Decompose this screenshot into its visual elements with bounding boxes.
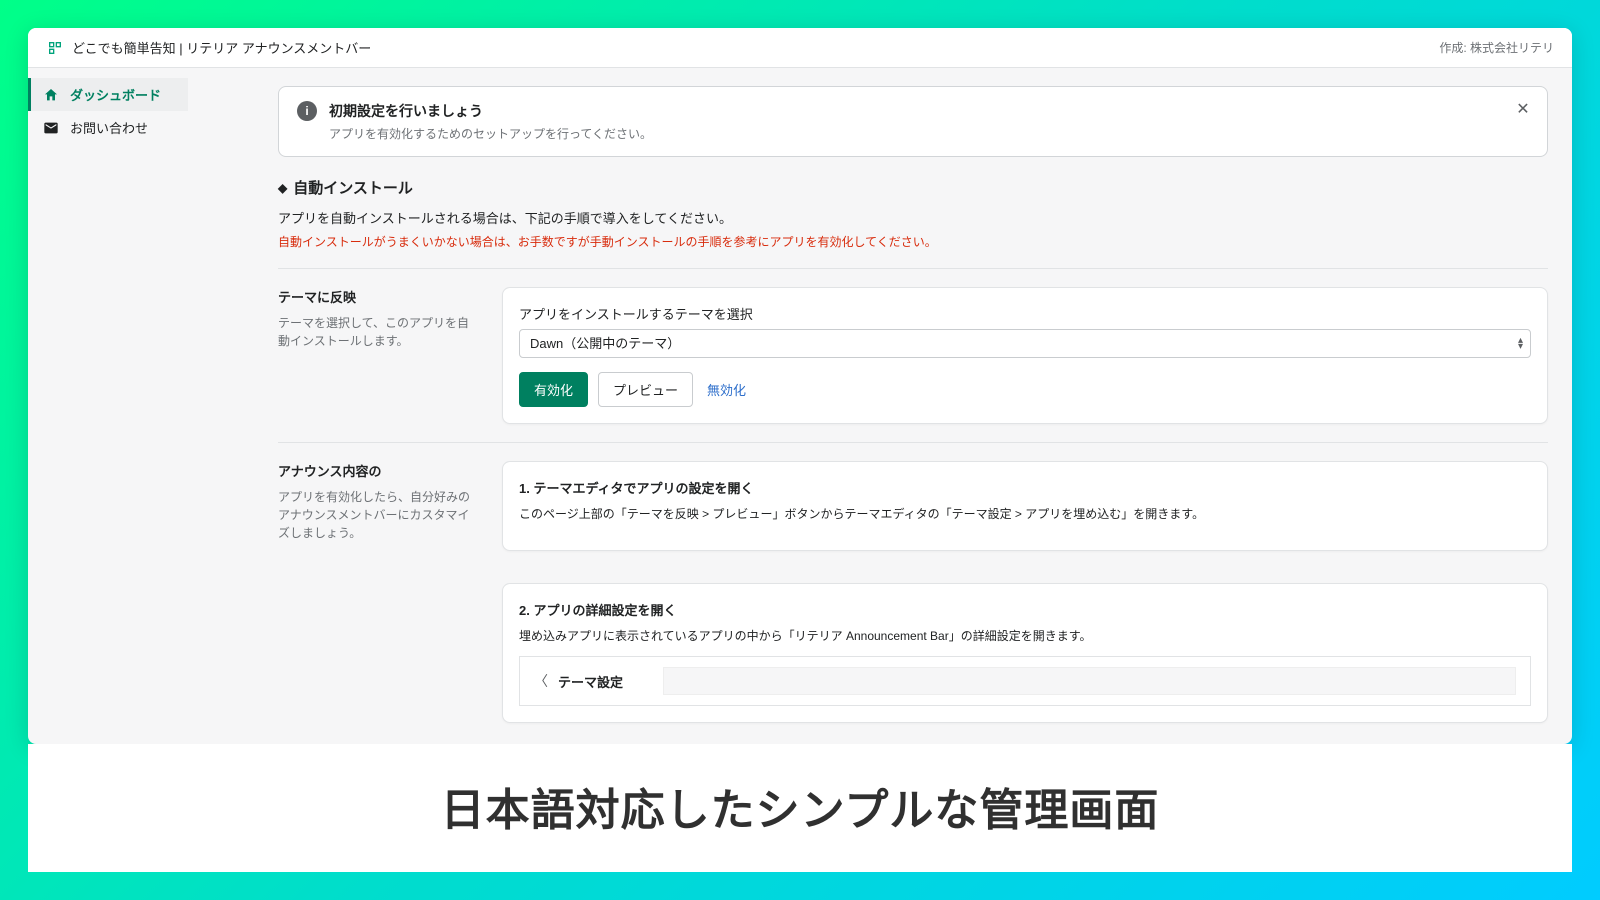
sidebar-item-label: ダッシュボード bbox=[70, 85, 161, 104]
sidebar-item-label: お問い合わせ bbox=[70, 118, 148, 137]
home-icon bbox=[42, 86, 60, 104]
theme-select-wrap: Dawn（公開中のテーマ） ▴▾ bbox=[519, 329, 1531, 358]
app-title: どこでも簡単告知 | リテリア アナウンスメントバー bbox=[72, 38, 371, 57]
theme-settings-preview: 〈 テーマ設定 bbox=[519, 656, 1531, 706]
theme-select-label: アプリをインストールするテーマを選択 bbox=[519, 304, 1531, 323]
step2-card: 2. アプリの詳細設定を開く 埋め込みアプリに表示されているアプリの中から「リテ… bbox=[502, 583, 1548, 723]
promo-caption: 日本語対応したシンプルな管理画面 bbox=[28, 774, 1572, 838]
step1-title: 1. テーマエディタでアプリの設定を開く bbox=[519, 478, 1531, 497]
announce-cards: 1. テーマエディタでアプリの設定を開く このページ上部の「テーマを反映 > プ… bbox=[502, 461, 1548, 723]
theme-select[interactable]: Dawn（公開中のテーマ） bbox=[519, 329, 1531, 358]
theme-button-row: 有効化 プレビュー 無効化 bbox=[519, 372, 1531, 407]
preview-placeholder bbox=[663, 667, 1516, 695]
divider bbox=[278, 268, 1548, 269]
app-logo-icon bbox=[46, 39, 64, 57]
theme-settings-label: テーマ設定 bbox=[558, 672, 623, 691]
divider bbox=[278, 442, 1548, 443]
setup-banner: i 初期設定を行いましょう アプリを有効化するためのセットアップを行ってください… bbox=[278, 86, 1548, 157]
announce-title: アナウンス内容の bbox=[278, 461, 478, 480]
caption-area: 日本語対応したシンプルな管理画面 bbox=[28, 744, 1572, 872]
banner-title: 初期設定を行いましょう bbox=[329, 101, 1529, 121]
announce-desc: アプリを有効化したら、自分好みのアナウンスメントバーにカスタマイズしましょう。 bbox=[278, 488, 478, 542]
auto-install-heading-text: 自動インストール bbox=[293, 177, 413, 198]
enable-button[interactable]: 有効化 bbox=[519, 372, 588, 407]
disable-link[interactable]: 無効化 bbox=[703, 374, 750, 405]
diamond-icon: ◆ bbox=[278, 181, 287, 195]
header-attribution: 作成: 株式会社リテリ bbox=[1439, 39, 1554, 56]
info-icon: i bbox=[297, 101, 317, 121]
header-left: どこでも簡単告知 | リテリア アナウンスメントバー bbox=[46, 38, 371, 57]
theme-reflect-title: テーマに反映 bbox=[278, 287, 478, 306]
preview-button[interactable]: プレビュー bbox=[598, 372, 693, 407]
announce-left: アナウンス内容の アプリを有効化したら、自分好みのアナウンスメントバーにカスタマ… bbox=[278, 461, 478, 542]
sidebar-item-contact[interactable]: お問い合わせ bbox=[28, 111, 188, 144]
promo-frame: どこでも簡単告知 | リテリア アナウンスメントバー 作成: 株式会社リテリ ダ… bbox=[0, 0, 1600, 900]
banner-text: アプリを有効化するためのセットアップを行ってください。 bbox=[329, 125, 1529, 142]
theme-reflect-card: アプリをインストールするテーマを選択 Dawn（公開中のテーマ） ▴▾ 有効化 … bbox=[502, 287, 1548, 424]
step1-card: 1. テーマエディタでアプリの設定を開く このページ上部の「テーマを反映 > プ… bbox=[502, 461, 1548, 551]
chevron-left-icon: 〈 bbox=[534, 671, 548, 691]
theme-reflect-desc: テーマを選択して、このアプリを自動インストールします。 bbox=[278, 314, 478, 350]
app-body: ダッシュボード お問い合わせ i 初期設定を行いましょう アプリを有効化するため… bbox=[28, 68, 1572, 744]
theme-reflect-row: テーマに反映 テーマを選択して、このアプリを自動インストールします。 アプリをイ… bbox=[278, 287, 1548, 424]
auto-install-heading: ◆ 自動インストール bbox=[278, 177, 1548, 198]
banner-body: 初期設定を行いましょう アプリを有効化するためのセットアップを行ってください。 bbox=[329, 101, 1529, 142]
sidebar-item-dashboard[interactable]: ダッシュボード bbox=[28, 78, 188, 111]
step2-text: 埋め込みアプリに表示されているアプリの中から「リテリア Announcement… bbox=[519, 627, 1531, 646]
step2-title: 2. アプリの詳細設定を開く bbox=[519, 600, 1531, 619]
app-window: どこでも簡単告知 | リテリア アナウンスメントバー 作成: 株式会社リテリ ダ… bbox=[28, 28, 1572, 744]
theme-reflect-left: テーマに反映 テーマを選択して、このアプリを自動インストールします。 bbox=[278, 287, 478, 350]
close-icon[interactable]: ✕ bbox=[1513, 99, 1533, 119]
mail-icon bbox=[42, 119, 60, 137]
auto-install-desc: アプリを自動インストールされる場合は、下記の手順で導入をしてください。 bbox=[278, 208, 1548, 227]
main-content: i 初期設定を行いましょう アプリを有効化するためのセットアップを行ってください… bbox=[188, 68, 1572, 744]
step1-text: このページ上部の「テーマを反映 > プレビュー」ボタンからテーマエディタの「テー… bbox=[519, 505, 1531, 524]
app-header: どこでも簡単告知 | リテリア アナウンスメントバー 作成: 株式会社リテリ bbox=[28, 28, 1572, 68]
announce-row: アナウンス内容の アプリを有効化したら、自分好みのアナウンスメントバーにカスタマ… bbox=[278, 461, 1548, 723]
auto-install-warn: 自動インストールがうまくいかない場合は、お手数ですが手動インストールの手順を参考… bbox=[278, 233, 1548, 250]
sidebar: ダッシュボード お問い合わせ bbox=[28, 68, 188, 744]
